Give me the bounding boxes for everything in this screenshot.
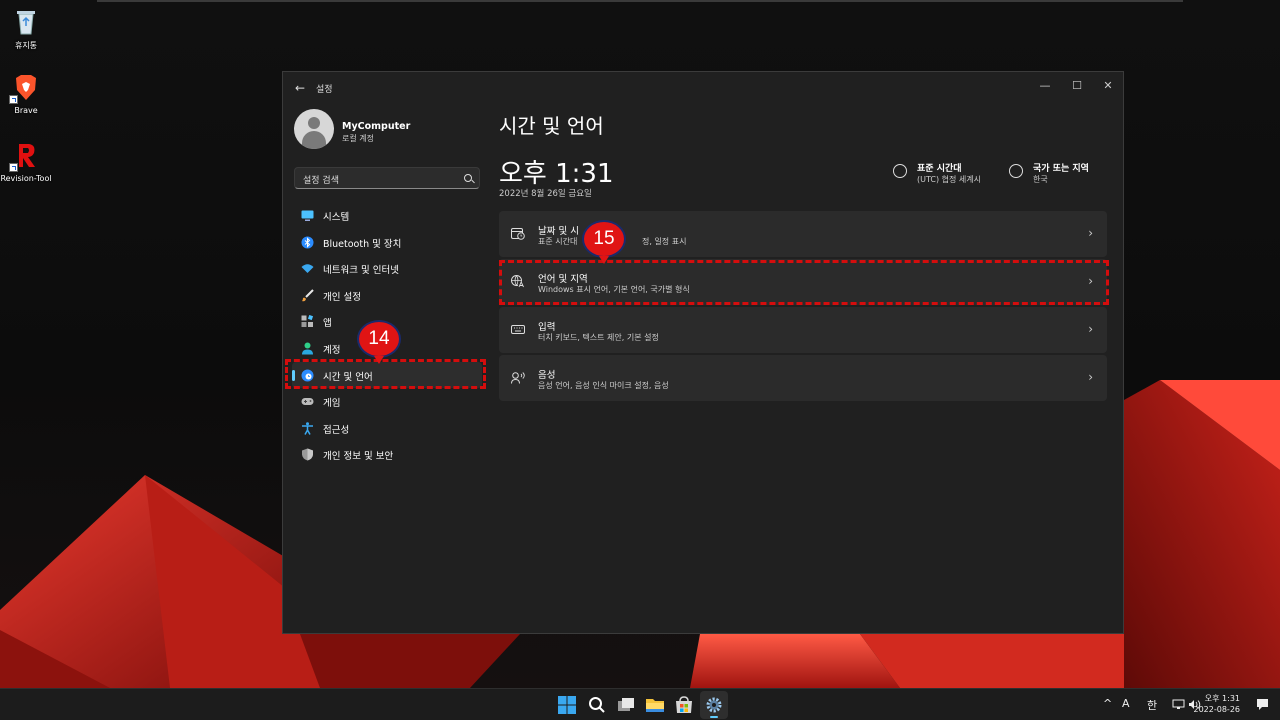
search-icon[interactable]	[587, 695, 607, 715]
chevron-right-icon: ›	[1088, 322, 1093, 336]
sidebar-item-label: 앱	[323, 318, 332, 330]
accessibility-icon	[302, 422, 313, 435]
card-title: 음성	[538, 370, 556, 381]
maximize-button[interactable]: ☐	[1063, 76, 1091, 96]
speech-icon	[511, 372, 525, 384]
sidebar-item-label: 네트워크 및 인터넷	[323, 265, 399, 277]
highlight-language-region	[499, 260, 1109, 305]
bluetooth-icon	[301, 236, 314, 249]
shortcut-arrow-icon	[9, 163, 18, 172]
step-badge-14: 14	[357, 320, 401, 364]
active-indicator	[710, 716, 718, 718]
step-badge-15: 15	[582, 220, 626, 264]
timezone-value: (UTC) 협정 세계시	[917, 175, 981, 184]
current-time: 오후 1:31	[499, 159, 614, 189]
sidebar-item-system[interactable]: 시스템	[292, 202, 482, 229]
calendar-clock-icon	[511, 228, 525, 240]
taskbar: ^ A 한 오후 1:31 2022-08-26	[0, 688, 1280, 720]
sidebar-item-label: 개인 정보 및 보안	[323, 451, 394, 463]
card-typing[interactable]: 입력 터치 키보드, 텍스트 제안, 기본 설정 ›	[499, 307, 1107, 353]
recycle-bin-shortcut[interactable]: 휴지통	[0, 6, 52, 51]
ime-language-indicator[interactable]: 한	[1147, 697, 1157, 713]
region-value: 한국	[1033, 175, 1048, 184]
region-title: 국가 또는 지역	[1033, 164, 1089, 174]
recycle-bin-icon	[11, 6, 41, 36]
sidebar-item-gaming[interactable]: 게임	[292, 388, 482, 415]
desktop-top-line	[97, 0, 1183, 2]
task-view-icon[interactable]	[616, 695, 636, 715]
sidebar-item-accessibility[interactable]: 접근성	[292, 415, 482, 442]
taskbar-clock[interactable]: 오후 1:31 2022-08-26	[1194, 693, 1241, 715]
window-title: 설정	[316, 85, 333, 95]
card-title: 날짜 및 시	[538, 226, 579, 237]
sidebar-item-label: 계정	[323, 344, 341, 356]
start-button[interactable]	[557, 695, 577, 715]
revision-tool-label: Revision-Tool	[0, 174, 52, 183]
wifi-icon	[301, 264, 314, 274]
keyboard-icon	[511, 325, 525, 334]
notification-icon[interactable]	[1256, 698, 1269, 711]
timezone-title: 표준 시간대	[917, 164, 962, 174]
settings-window: ← 설정 — ☐ ✕ MyComputer 로컬 계정 설정 검색 시스템 Bl…	[282, 71, 1124, 634]
card-speech[interactable]: 음성 음성 언어, 음성 인식 마이크 설정, 음성 ›	[499, 355, 1107, 401]
card-subtitle-tail: 정, 일정 표시	[642, 237, 687, 246]
globe-clock-icon	[893, 164, 907, 178]
chevron-up-icon[interactable]: ^	[1103, 697, 1112, 710]
chevron-right-icon: ›	[1088, 370, 1093, 384]
avatar	[294, 109, 334, 149]
monitor-icon	[301, 210, 314, 221]
profile-name: MyComputer	[342, 121, 411, 132]
globe-icon	[1009, 164, 1023, 178]
highlight-time-language	[285, 359, 486, 389]
sidebar-item-label: 개인 설정	[323, 291, 361, 303]
sidebar-item-network[interactable]: 네트워크 및 인터넷	[292, 255, 482, 282]
store-icon[interactable]	[674, 695, 694, 715]
revision-tool-icon	[9, 140, 41, 172]
sidebar-item-label: 시스템	[323, 212, 350, 223]
file-explorer-icon[interactable]	[645, 695, 665, 715]
search-icon	[464, 174, 472, 182]
network-icon[interactable]	[1172, 699, 1185, 710]
gamepad-icon	[301, 398, 314, 406]
brave-icon	[9, 72, 41, 104]
sidebar-item-personalization[interactable]: 개인 설정	[292, 282, 482, 309]
arrow-left-icon: ←	[294, 81, 306, 95]
title-bar[interactable]: ← 설정 — ☐ ✕	[283, 72, 1123, 104]
page-title: 시간 및 언어	[499, 114, 604, 138]
sidebar-item-bluetooth[interactable]: Bluetooth 및 장치	[292, 229, 482, 256]
current-date: 2022년 8월 26일 금요일	[499, 189, 592, 199]
taskbar-date: 2022-08-26	[1193, 705, 1241, 714]
gear-icon	[706, 697, 722, 713]
card-subtitle: 터치 키보드, 텍스트 제안, 기본 설정	[538, 333, 659, 342]
card-subtitle: 표준 시간대	[538, 237, 578, 246]
ime-mode-indicator[interactable]: A	[1122, 697, 1130, 710]
close-button[interactable]: ✕	[1094, 76, 1122, 96]
settings-taskbar-button[interactable]	[700, 691, 728, 719]
card-subtitle: 음성 언어, 음성 인식 마이크 설정, 음성	[538, 381, 669, 390]
back-button[interactable]: ←	[291, 80, 309, 96]
minimize-button[interactable]: —	[1031, 76, 1059, 96]
card-title: 입력	[538, 322, 556, 333]
recycle-bin-label: 휴지통	[14, 41, 38, 50]
profile-type: 로컬 계정	[342, 134, 374, 143]
person-icon	[302, 342, 313, 355]
sidebar-item-privacy-security[interactable]: 개인 정보 및 보안	[292, 441, 482, 468]
brave-label: Brave	[14, 106, 38, 115]
settings-search-input[interactable]: 설정 검색	[294, 167, 480, 189]
sidebar-item-label: 게임	[323, 398, 341, 410]
sidebar-item-label: Bluetooth 및 장치	[323, 238, 402, 250]
sidebar-item-label: 접근성	[323, 424, 350, 436]
shortcut-arrow-icon	[9, 95, 18, 104]
shield-icon	[302, 448, 313, 461]
apps-icon	[301, 315, 314, 328]
search-placeholder: 설정 검색	[303, 176, 339, 186]
brush-icon	[302, 289, 314, 302]
brave-shortcut[interactable]: Brave	[0, 72, 52, 115]
revision-tool-shortcut[interactable]: Revision-Tool	[0, 140, 52, 183]
taskbar-time: 오후 1:31	[1204, 694, 1240, 703]
chevron-right-icon: ›	[1088, 226, 1093, 240]
